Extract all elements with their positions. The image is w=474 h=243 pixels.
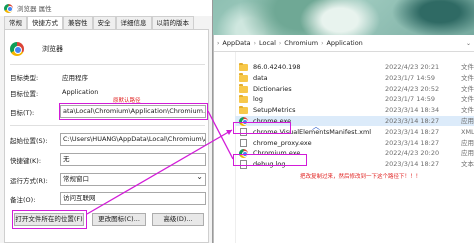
file-date: 2023/3/14 18:27 — [385, 160, 440, 169]
file-date: 2023/3/14 18:34 — [385, 106, 440, 115]
properties-dialog: 浏览器 属性 常规 快捷方式 兼容性 安全 详细信息 以前的版本 — [0, 0, 213, 243]
file-type: 应用 — [461, 138, 474, 147]
change-icon-button[interactable]: 更改图标(C)... — [92, 213, 146, 226]
tab-security[interactable]: 安全 — [92, 16, 116, 29]
divider — [10, 64, 205, 65]
run-label: 运行方式(R): — [10, 177, 48, 185]
dialog-titlebar: 浏览器 属性 — [0, 0, 212, 16]
file-row[interactable]: log 2023/1/7 14:59 文件 — [235, 94, 474, 104]
dialog-title: 浏览器 属性 — [17, 5, 52, 13]
chevron-right-icon: › — [278, 39, 282, 47]
chevron-right-icon: › — [253, 39, 257, 47]
file-type: 应用 — [461, 117, 474, 125]
chevron-right-icon: › — [217, 39, 220, 47]
file-name: data — [253, 73, 268, 82]
divider — [10, 125, 205, 126]
file-date: 2022/4/23 20:20 — [385, 149, 440, 158]
file-type: 文件 — [461, 73, 474, 82]
chromium-icon — [4, 3, 13, 13]
target-highlight-box — [59, 103, 208, 120]
shortcut-key-field[interactable]: 无 — [60, 153, 206, 166]
advanced-button[interactable]: 高级(D)... — [152, 213, 204, 226]
tab-bar: 常规 快捷方式 兼容性 安全 详细信息 以前的版本 — [4, 16, 194, 29]
navigation-pane — [214, 52, 236, 243]
file-type: XML 清文件 — [461, 127, 474, 136]
target-location-label: 目标位置: — [10, 90, 39, 98]
start-in-label: 起始位置(S): — [10, 137, 48, 145]
file-name: log — [253, 95, 263, 104]
folder-icon — [239, 84, 248, 93]
file-date: 2023/3/14 18:27 — [385, 127, 440, 136]
file-type: 应用 — [461, 149, 474, 158]
chromium-icon — [10, 42, 24, 56]
file-row[interactable]: SetupMetrics 2023/3/14 18:34 文件 — [235, 105, 474, 115]
bottom-annotation: 把改复制过来，然后修改到一下这个路径下！！！ — [300, 174, 422, 180]
file-date: 2022/4/23 20:21 — [385, 63, 440, 71]
file-type: 文件 — [461, 106, 474, 115]
chevron-right-icon: › — [321, 39, 324, 47]
run-dropdown[interactable]: 常规窗口 — [60, 173, 206, 186]
file-type: 文本 — [461, 160, 474, 169]
file-date: 2023/1/7 14:59 — [385, 73, 435, 82]
target-type-value: 应用程序 — [62, 74, 88, 82]
open-location-highlight-box — [12, 210, 87, 229]
file-name: 86.0.4240.198 — [253, 63, 301, 71]
folder-icon — [239, 73, 248, 82]
comment-label: 备注(O): — [10, 196, 36, 204]
file-name: SetupMetrics — [253, 106, 296, 115]
tab-compatibility[interactable]: 兼容性 — [63, 16, 93, 29]
file-name: Dictionaries — [253, 84, 292, 93]
file-date: 2023/3/14 18:27 — [385, 138, 440, 147]
file-row[interactable]: 86.0.4240.198 2022/4/23 20:21 文件 — [235, 62, 474, 72]
app-name: 浏览器 — [42, 45, 63, 53]
app-header: 浏览器 — [10, 42, 63, 56]
file-row[interactable]: Dictionaries 2022/4/23 20:52 文件 — [235, 84, 474, 94]
file-date: 2022/4/23 20:52 — [385, 84, 440, 93]
tab-general[interactable]: 常规 — [4, 16, 27, 29]
breadcrumb-appdata[interactable]: AppData — [222, 39, 250, 47]
file-name: chrome_proxy.exe — [253, 138, 312, 147]
shortcut-key-label: 快捷键(K): — [10, 157, 42, 165]
chromium-exe-highlight-box — [233, 154, 307, 166]
target-location-value: Application — [62, 88, 99, 96]
folder-icon — [239, 62, 248, 71]
tab-details[interactable]: 详细信息 — [115, 16, 152, 29]
file-type: 文件 — [461, 84, 474, 93]
folder-icon — [239, 105, 248, 115]
file-type: 文件 — [461, 63, 474, 71]
file-date: 2023/1/7 14:59 — [385, 95, 435, 104]
breadcrumb-local[interactable]: Local — [259, 39, 276, 47]
file-date: 2023/3/14 18:27 — [385, 117, 440, 125]
file-row[interactable]: chrome_proxy.exe 2023/3/14 18:27 应用 — [235, 138, 474, 148]
target-label: 目标(T): — [10, 109, 35, 117]
folder-icon — [239, 94, 248, 104]
file-type: 文件 — [461, 95, 474, 104]
address-bar[interactable]: › AppData › Local › Chromium › Applicati… — [214, 35, 474, 52]
tab-shortcut[interactable]: 快捷方式 — [27, 16, 63, 29]
comment-field[interactable]: 访问互联网 — [60, 192, 206, 205]
chrome-exe-highlight-box — [233, 122, 291, 134]
breadcrumb-chromium[interactable]: Chromium — [284, 39, 318, 47]
file-row[interactable]: data 2023/1/7 14:59 文件 — [235, 73, 474, 83]
tab-previous-versions[interactable]: 以前的版本 — [151, 16, 194, 29]
document-icon — [240, 138, 247, 148]
target-type-label: 目标类型: — [10, 74, 39, 82]
cursor-caret-icon: ︿ — [312, 122, 320, 131]
start-in-field[interactable]: C:\Users\HUANG\AppData\Local\Chromium\Ap… — [60, 133, 206, 146]
breadcrumb-application[interactable]: Application — [326, 39, 362, 47]
chevron-down-icon[interactable]: ⌄ — [466, 40, 471, 47]
